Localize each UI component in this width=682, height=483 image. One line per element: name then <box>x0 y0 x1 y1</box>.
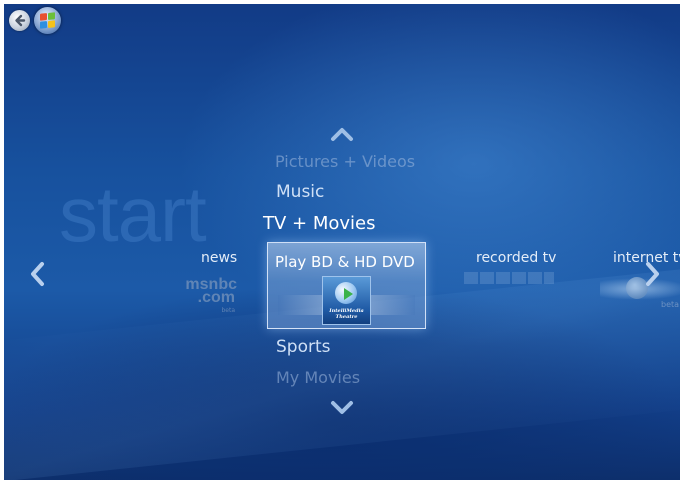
menu-item-sports[interactable]: Sports <box>276 337 331 357</box>
windows-logo-icon <box>40 12 55 29</box>
msnbc-logo-beta: beta <box>221 307 235 314</box>
menu-item-pictures-videos[interactable]: Pictures + Videos <box>275 152 415 171</box>
menu-item-tv-movies[interactable]: TV + Movies <box>263 213 375 234</box>
play-icon <box>344 288 353 300</box>
back-button[interactable] <box>9 10 30 31</box>
strip-item-recorded-tv[interactable]: recorded tv <box>476 250 556 266</box>
recorded-tv-thumbnail <box>464 272 554 284</box>
strip-item-play-bd-hd-dvd[interactable]: Play BD & HD DVD IntelliMedia Theatre <box>267 242 426 329</box>
app-icon-caption: IntelliMedia Theatre <box>329 308 364 320</box>
start-watermark: start <box>59 170 207 258</box>
msnbc-logo-line2: .com <box>197 289 235 306</box>
chevron-left-icon[interactable] <box>28 261 46 287</box>
chevron-right-icon[interactable] <box>644 261 662 287</box>
intelli-media-theatre-icon: IntelliMedia Theatre <box>322 276 371 325</box>
msnbc-logo: msnbc .com beta <box>167 276 237 316</box>
menu-item-my-movies[interactable]: My Movies <box>276 368 360 387</box>
focused-tile-title: Play BD & HD DVD <box>275 253 415 271</box>
chevron-up-icon[interactable] <box>330 126 354 142</box>
start-button[interactable] <box>34 7 61 34</box>
internet-tv-beta-badge: beta <box>661 300 680 309</box>
chevron-down-icon[interactable] <box>330 400 354 416</box>
strip-item-news[interactable]: news <box>201 250 237 266</box>
media-center-window: start Pictures + Videos Music TV + Movie… <box>4 4 680 480</box>
back-arrow-icon <box>15 14 26 27</box>
menu-item-music[interactable]: Music <box>276 182 324 202</box>
